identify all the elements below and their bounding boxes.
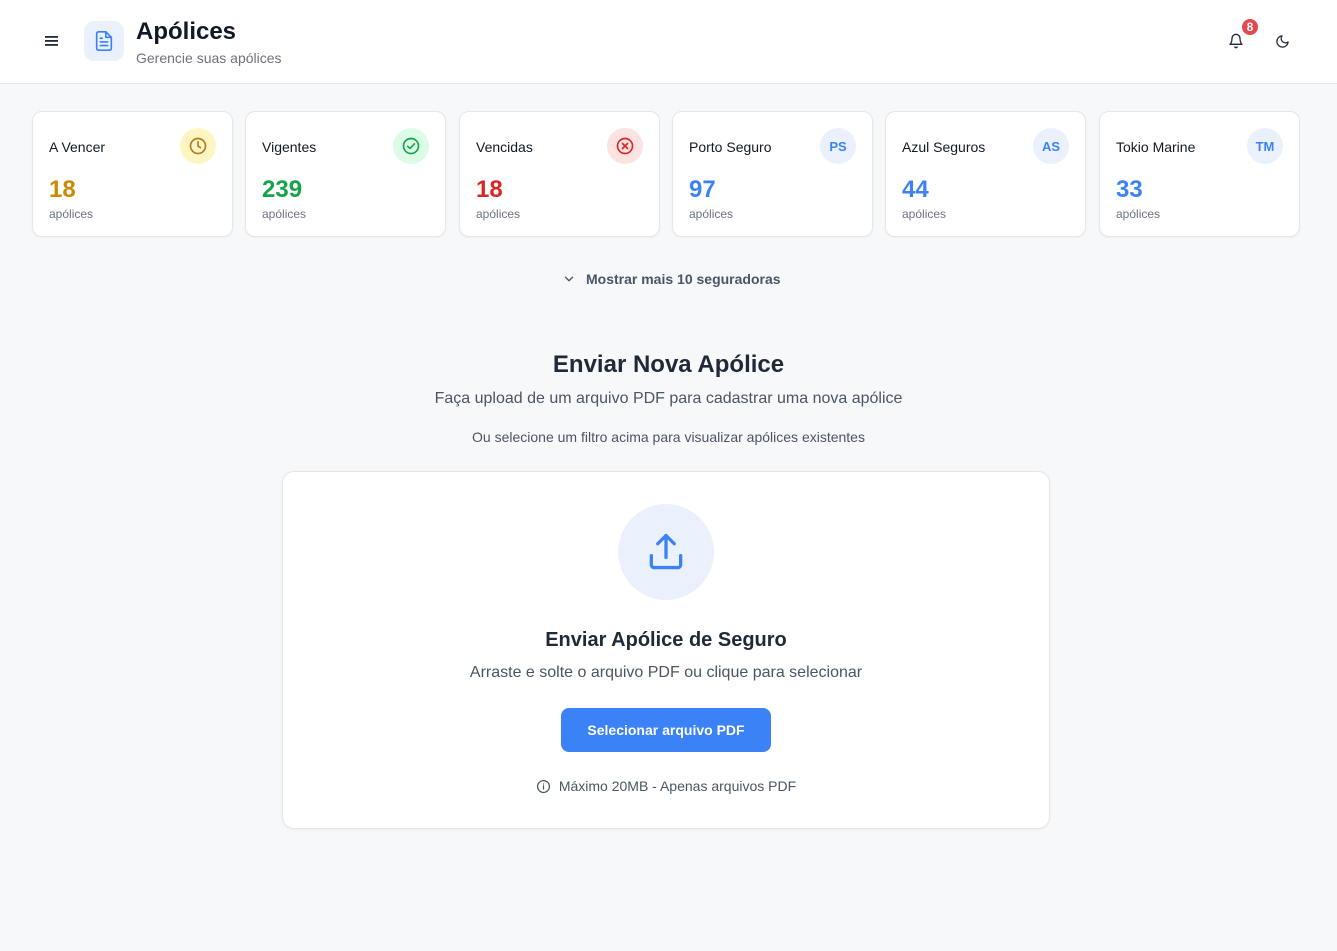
theme-toggle-button[interactable]: [1268, 27, 1296, 55]
upload-title: Enviar Apólice de Seguro: [545, 629, 787, 651]
card-value: 18: [49, 176, 76, 203]
clock-icon: [189, 137, 207, 155]
section-title: Enviar Nova Apólice: [552, 351, 785, 378]
info-icon: [536, 779, 550, 794]
card-porto-seguro[interactable]: Porto Seguro PS 97 apólices: [672, 111, 873, 237]
insurer-initials-badge: AS: [1033, 128, 1069, 164]
card-label: Tokio Marine: [1116, 139, 1196, 155]
card-vencidas[interactable]: Vencidas 18 apólices: [459, 111, 660, 237]
upload-dropzone[interactable]: Enviar Apólice de Seguro Arraste e solte…: [282, 471, 1050, 829]
app-logo: [84, 21, 124, 61]
upload-note: Máximo 20MB - Apenas arquivos PDF: [283, 778, 1049, 795]
card-unit: apólices: [49, 207, 94, 221]
insurer-initials-badge: PS: [820, 128, 856, 164]
insurer-initials-badge: TM: [1247, 128, 1283, 164]
card-vigentes[interactable]: Vigentes 239 apólices: [245, 111, 446, 237]
page-title: Apólices: [136, 18, 237, 45]
card-label: Vencidas: [476, 139, 533, 155]
upload-description: Arraste e solte o arquivo PDF ou clique …: [469, 664, 863, 681]
upload-note-text: Máximo 20MB - Apenas arquivos PDF: [558, 778, 797, 794]
bell-icon: [1229, 33, 1243, 49]
card-azul-seguros[interactable]: Azul Seguros AS 44 apólices: [885, 111, 1086, 237]
card-unit: apólices: [476, 207, 521, 221]
select-pdf-button[interactable]: Selecionar arquivo PDF: [561, 708, 771, 752]
card-value: 44: [902, 176, 929, 203]
card-icon-wrap: [180, 128, 216, 164]
check-circle-icon: [402, 137, 420, 155]
card-unit: apólices: [262, 207, 307, 221]
menu-button[interactable]: [36, 26, 68, 56]
chevron-down-icon: [564, 276, 574, 282]
card-label: Vigentes: [262, 139, 317, 155]
card-tokio-marine[interactable]: Tokio Marine TM 33 apólices: [1099, 111, 1300, 237]
card-unit: apólices: [689, 207, 734, 221]
card-value: 239: [262, 176, 303, 203]
x-circle-icon: [616, 137, 634, 155]
show-more-insurers-button[interactable]: Mostrar mais 10 seguradoras: [562, 268, 781, 290]
page-subtitle: Gerencie suas apólices: [136, 50, 282, 66]
card-icon-wrap: [393, 128, 429, 164]
section-hint: Ou selecione um filtro acima para visual…: [472, 429, 865, 445]
card-value: 33: [1116, 176, 1143, 203]
app-header: Apólices Gerencie suas apólices 8: [0, 0, 1337, 84]
card-icon-wrap: [607, 128, 643, 164]
card-label: A Vencer: [49, 139, 106, 155]
document-icon: [95, 31, 113, 51]
card-unit: apólices: [902, 207, 947, 221]
upload-icon: [649, 533, 683, 570]
hamburger-icon: [45, 36, 58, 46]
card-a-vencer[interactable]: A Vencer 18 apólices: [32, 111, 233, 237]
card-label: Porto Seguro: [689, 139, 772, 155]
notification-badge: 8: [1240, 17, 1260, 37]
card-label: Azul Seguros: [902, 139, 986, 155]
section-subtitle: Faça upload de um arquivo PDF para cadas…: [434, 390, 903, 407]
moon-icon: [1275, 34, 1289, 48]
card-value: 97: [689, 176, 716, 203]
card-unit: apólices: [1116, 207, 1161, 221]
show-more-label: Mostrar mais 10 seguradoras: [586, 271, 781, 287]
upload-icon-wrap: [618, 504, 714, 600]
card-value: 18: [476, 176, 503, 203]
